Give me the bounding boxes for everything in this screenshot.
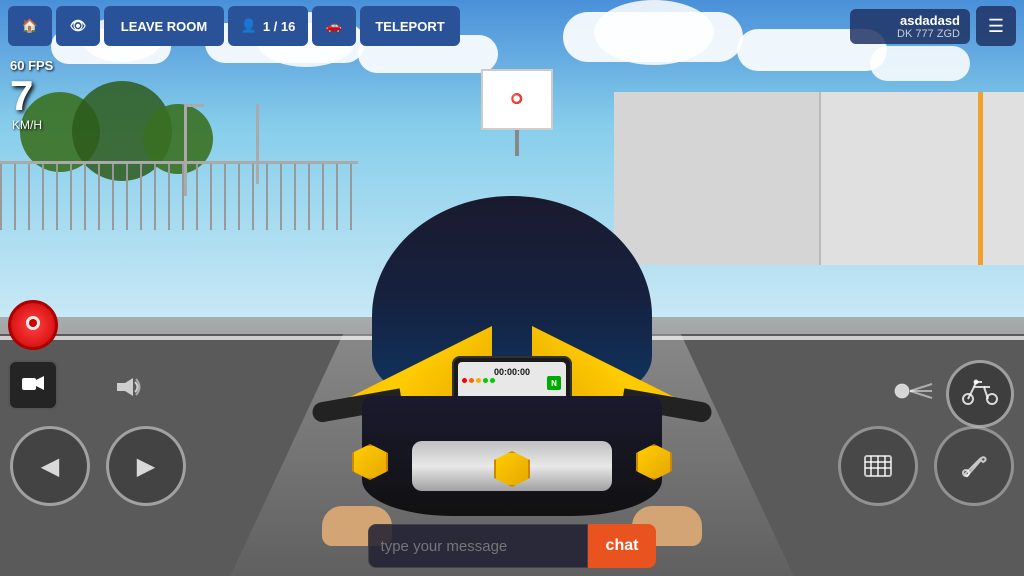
eye-button[interactable]: 👁 <box>56 6 100 46</box>
menu-button[interactable]: ☰ <box>976 6 1016 46</box>
rpm-dots <box>462 378 495 383</box>
race-timer: 00:00:00 <box>494 367 530 377</box>
top-bar: 🏠 👁 LEAVE ROOM 👤 1 / 16 🚗 TELEPORT asdad… <box>0 0 1024 52</box>
home-icon: 🏠 <box>22 18 38 34</box>
player-name: asdadasd <box>860 13 960 28</box>
teleport-button[interactable]: TELEPORT <box>360 6 460 46</box>
teleport-label: TELEPORT <box>375 19 444 34</box>
top-right-area: asdadasd DK 777 ZGD ☰ <box>850 6 1016 46</box>
player-plate: DK 777 ZGD <box>860 28 960 40</box>
lamp-arm-1 <box>184 104 204 107</box>
lamp-pole-1 <box>184 104 187 196</box>
leave-room-label: LEAVE ROOM <box>121 19 207 34</box>
players-count: 1 / 16 <box>263 19 296 34</box>
chat-bar: chat <box>0 516 1024 576</box>
player-info-box: asdadasd DK 777 ZGD <box>850 9 970 44</box>
vehicle-icon: 🚗 <box>326 18 342 34</box>
players-icon: 👤 <box>241 18 257 34</box>
billboard: ⭕ <box>481 69 553 155</box>
vehicle-button[interactable]: 🚗 <box>312 6 356 46</box>
menu-icon: ☰ <box>988 16 1004 37</box>
home-button[interactable]: 🏠 <box>8 6 52 46</box>
lamp-pole-2 <box>256 104 259 185</box>
chat-button-label: chat <box>606 537 639 554</box>
chat-input[interactable] <box>368 524 588 568</box>
eye-icon: 👁 <box>70 18 87 34</box>
players-button[interactable]: 👤 1 / 16 <box>228 6 308 46</box>
chat-button[interactable]: chat <box>588 524 657 568</box>
leave-room-button[interactable]: LEAVE ROOM <box>104 6 224 46</box>
gear-indicator: N <box>547 376 561 390</box>
